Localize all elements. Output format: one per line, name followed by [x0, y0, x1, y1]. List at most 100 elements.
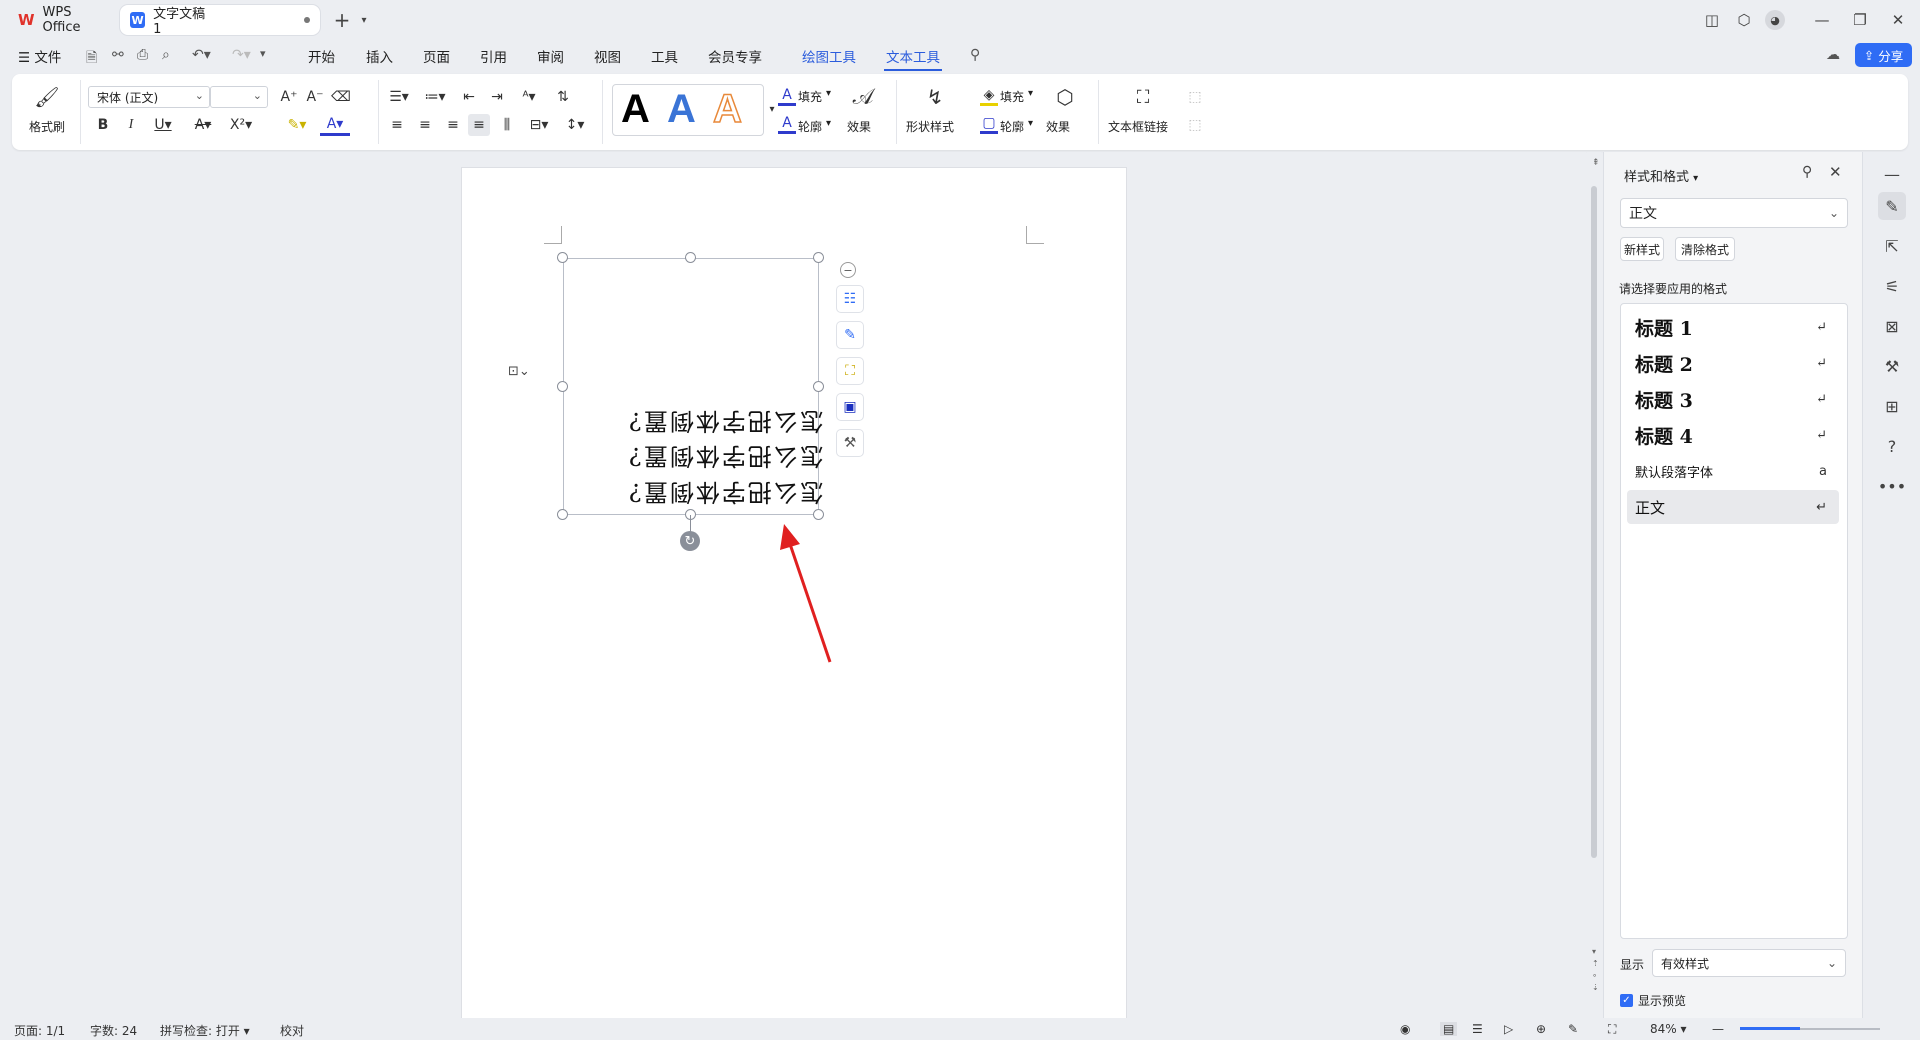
chevron-down-icon[interactable]: ▾ — [826, 88, 831, 99]
pen-icon[interactable]: ✎ — [836, 321, 864, 349]
text-outline-label[interactable]: 轮廓 — [798, 118, 822, 135]
bold-icon[interactable]: B — [92, 114, 114, 136]
textbox-link-icon[interactable]: ⛶ — [1130, 84, 1156, 110]
close-panel-icon[interactable]: ✕ — [1829, 163, 1842, 181]
shape-outline-icon[interactable]: ▢ — [980, 114, 998, 134]
underline-icon[interactable]: U▾ — [148, 114, 178, 136]
outline-view-icon[interactable]: ☰ — [1472, 1022, 1483, 1036]
save-icon[interactable]: 🗎 — [86, 47, 97, 71]
more-icon[interactable]: ••• — [1878, 472, 1906, 500]
pin-icon[interactable]: ⚲ — [1802, 164, 1812, 180]
outline-box-icon[interactable]: ▣ — [836, 393, 864, 421]
sort-icon[interactable]: ⇅ — [552, 86, 574, 108]
page-indicator[interactable]: 页面: 1/1 — [14, 1022, 65, 1039]
wordart-gallery[interactable]: A A A — [612, 84, 764, 136]
align-left-icon[interactable]: ≡ — [386, 114, 408, 136]
text-outline-icon[interactable]: A — [778, 114, 796, 134]
more-quick-access-icon[interactable]: ▾ — [260, 47, 266, 60]
select-cursor-icon[interactable]: ⇱ — [1878, 232, 1906, 260]
menu-member[interactable]: 会员专享 — [706, 46, 764, 66]
minimize-icon[interactable]: — — [1810, 8, 1834, 32]
wordart-sample-orange[interactable]: A — [712, 86, 742, 132]
wordart-sample-black[interactable]: A — [621, 87, 650, 132]
menu-review[interactable]: 审阅 — [535, 46, 566, 66]
help-icon[interactable]: ? — [1878, 432, 1906, 460]
style-default-font[interactable]: 默认段落字体 a — [1627, 454, 1839, 488]
shape-fill-icon[interactable]: ◈ — [980, 86, 998, 106]
strikethrough-icon[interactable]: A▾ — [188, 114, 218, 136]
book-icon[interactable]: ⊞ — [1878, 392, 1906, 420]
link-icon[interactable]: ⚯ — [112, 47, 124, 63]
distribute-icon[interactable]: ⫼ — [496, 114, 518, 136]
menu-text-tools[interactable]: 文本工具 — [884, 46, 942, 71]
font-name-select[interactable]: 宋体 (正文) ⌄ — [88, 86, 210, 108]
tab-document[interactable]: W 文字文稿1 — [120, 5, 320, 37]
panel-title[interactable]: 样式和格式 ▾ — [1624, 166, 1698, 185]
increase-indent-icon[interactable]: ⇥ — [486, 86, 508, 108]
textbox-link-label[interactable]: 文本框链接 — [1108, 118, 1168, 135]
frame-break-icon[interactable]: ⬚ — [1184, 114, 1206, 136]
format-painter-label[interactable]: 格式刷 — [29, 118, 65, 135]
file-menu[interactable]: ☰ 文件 — [16, 46, 63, 66]
superscript-icon[interactable]: X²▾ — [226, 114, 256, 136]
style-heading-2[interactable]: 标题 2 ↵ — [1627, 346, 1839, 380]
bullet-list-icon[interactable]: ☰▾ — [384, 86, 414, 108]
cube-icon[interactable]: ⬡ — [1732, 8, 1756, 32]
menu-view[interactable]: 视图 — [592, 46, 623, 66]
rotate-handle-icon[interactable]: ↻ — [680, 531, 700, 551]
menu-start[interactable]: 开始 — [306, 46, 337, 66]
image-edit-icon[interactable]: ⊠ — [1878, 312, 1906, 340]
shape-style-icon[interactable]: ↯ — [922, 84, 948, 110]
line-spacing-icon[interactable]: ↕▾ — [560, 114, 590, 136]
resize-handle[interactable] — [557, 381, 568, 392]
wrap-text-icon[interactable]: ☷ — [836, 285, 864, 313]
scroll-top-icon[interactable]: ⇞ — [1592, 158, 1600, 168]
play-icon[interactable]: ▷ — [1504, 1022, 1513, 1036]
zoom-out-icon[interactable]: — — [1712, 1022, 1724, 1036]
clear-format-button[interactable]: 清除格式 — [1675, 237, 1735, 261]
scrollbar-thumb[interactable] — [1591, 186, 1597, 858]
word-count[interactable]: 字数: 24 — [90, 1022, 137, 1039]
spell-check[interactable]: 拼写检查: 打开 ▾ — [160, 1022, 250, 1039]
resize-handle[interactable] — [557, 509, 568, 520]
tab-wps-office[interactable]: W WPS Office — [8, 5, 114, 35]
fit-page-icon[interactable]: ⛶ — [1608, 1022, 1616, 1037]
web-view-icon[interactable]: ⊕ — [1536, 1022, 1546, 1036]
menu-reference[interactable]: 引用 — [478, 46, 509, 66]
current-style-select[interactable]: 正文 ⌄ — [1620, 198, 1848, 228]
tab-list-chevron-icon[interactable]: ▾ — [352, 8, 376, 32]
menu-tools[interactable]: 工具 — [649, 46, 680, 66]
resize-handle[interactable] — [813, 381, 824, 392]
layout-options-icon[interactable]: ⊡⌄ — [508, 364, 538, 384]
chevron-down-icon[interactable]: ▾ — [1028, 88, 1033, 99]
text-effect-label[interactable]: 效果 — [847, 118, 871, 135]
shape-fill-label[interactable]: 填充 — [1000, 88, 1024, 105]
page-nav-icon[interactable]: ▾ ⇡ ∘ ⇣ — [1592, 946, 1599, 994]
style-body-text[interactable]: 正文 ↵ — [1627, 490, 1839, 524]
new-style-button[interactable]: 新样式 — [1620, 237, 1664, 261]
avatar[interactable]: ◕ — [1765, 10, 1785, 30]
chevron-down-icon[interactable]: ▾ — [826, 118, 831, 129]
text-fill-label[interactable]: 填充 — [798, 88, 822, 105]
more-tools-icon[interactable]: ⚒ — [836, 429, 864, 457]
minus-icon[interactable]: — — [1878, 160, 1906, 188]
font-size-select[interactable]: ⌄ — [210, 86, 268, 108]
frame-icon[interactable]: ⬚ — [1184, 86, 1206, 108]
columns-icon[interactable]: ⊟▾ — [524, 114, 554, 136]
shape-effect-icon[interactable]: ⬡ — [1052, 84, 1078, 110]
text-fill-icon[interactable]: A — [778, 86, 796, 106]
italic-icon[interactable]: I — [120, 114, 142, 136]
print-icon[interactable]: ⎙ — [137, 47, 148, 63]
zoom-level[interactable]: 84% ▾ — [1650, 1022, 1687, 1036]
fill-bucket-icon[interactable]: ⛶ — [836, 357, 864, 385]
redo-icon[interactable]: ↷▾ — [232, 47, 251, 63]
text-direction-icon[interactable]: ᴬ▾ — [514, 86, 544, 108]
close-icon[interactable]: ✕ — [1886, 8, 1910, 32]
adjust-icon[interactable]: ⚟ — [1878, 272, 1906, 300]
vertical-scrollbar[interactable]: ⇞ ▾ ⇡ ∘ ⇣ — [1587, 152, 1601, 1018]
menu-insert[interactable]: 插入 — [364, 46, 395, 66]
menu-drawing-tools[interactable]: 绘图工具 — [800, 46, 858, 66]
pen-mode-icon[interactable]: ✎ — [1568, 1022, 1578, 1036]
font-color-icon[interactable]: A▾ — [320, 114, 350, 136]
decrease-indent-icon[interactable]: ⇤ — [458, 86, 480, 108]
